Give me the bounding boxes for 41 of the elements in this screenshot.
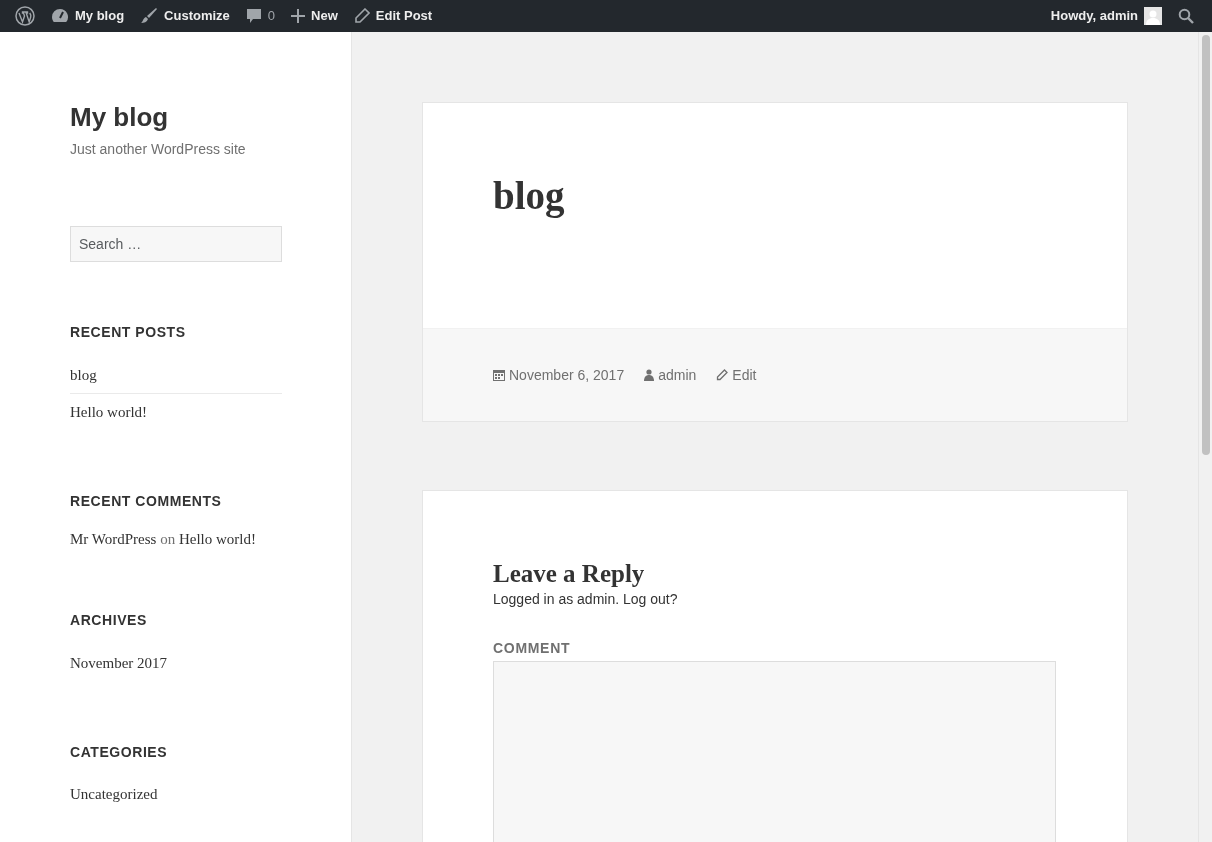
avatar-icon (1144, 7, 1162, 25)
comment-post-link[interactable]: Hello world! (178, 530, 256, 547)
site-tagline: Just another WordPress site (70, 140, 247, 160)
gauge-icon (51, 8, 69, 24)
reply-title: Leave a Reply (493, 559, 646, 589)
widget-link[interactable]: blog (70, 357, 282, 394)
speech-bubble-icon (245, 8, 262, 24)
site-title[interactable]: My blog (70, 102, 281, 134)
wordpress-logo-icon (15, 6, 35, 26)
widget-link[interactable]: November 2017 (70, 645, 282, 682)
account-menu[interactable]: Howdy, admin (1042, 0, 1170, 32)
person-icon (644, 369, 655, 381)
recent-comment: Mr WordPress on Hello world! (70, 529, 257, 549)
pencil-icon (716, 369, 729, 381)
logged-in-note: Logged in as admin. Log out? (493, 590, 679, 609)
calendar-icon (493, 369, 505, 381)
scrollbar[interactable] (1198, 32, 1212, 842)
search-field[interactable]: Search … (70, 226, 282, 263)
edit-post-link[interactable]: Edit (716, 364, 757, 386)
pencil-icon (353, 8, 370, 24)
admin-bar-link[interactable]: Customize (132, 0, 238, 32)
comment-field[interactable] (493, 661, 1056, 842)
admin-bar-link[interactable]: Edit Post (345, 0, 441, 32)
widget-link[interactable]: Uncategorized (70, 776, 282, 813)
widget-title: CATEGORIES (70, 743, 169, 761)
widget-title: ARCHIVES (70, 612, 148, 630)
brush-icon (140, 7, 159, 25)
search-icon (1178, 8, 1194, 24)
widget-title: RECENT COMMENTS (70, 493, 223, 510)
comments-link[interactable]: 0 (237, 0, 284, 32)
widget-link[interactable]: Hello world! (70, 394, 282, 431)
admin-bar-link[interactable]: My blog (43, 0, 133, 32)
scrollbar-thumb[interactable] (1202, 35, 1210, 455)
comment-label: COMMENT (493, 639, 572, 658)
admin-bar-link[interactable]: New (283, 0, 346, 32)
comment-author-link[interactable]: Mr WordPress (70, 530, 157, 547)
widget-title: RECENT POSTS (70, 324, 187, 341)
post-date-link[interactable]: November 6, 2017 (493, 364, 625, 386)
post-author-link[interactable]: admin (644, 364, 697, 386)
plus-icon (291, 9, 306, 23)
post-title: blog (492, 173, 566, 220)
